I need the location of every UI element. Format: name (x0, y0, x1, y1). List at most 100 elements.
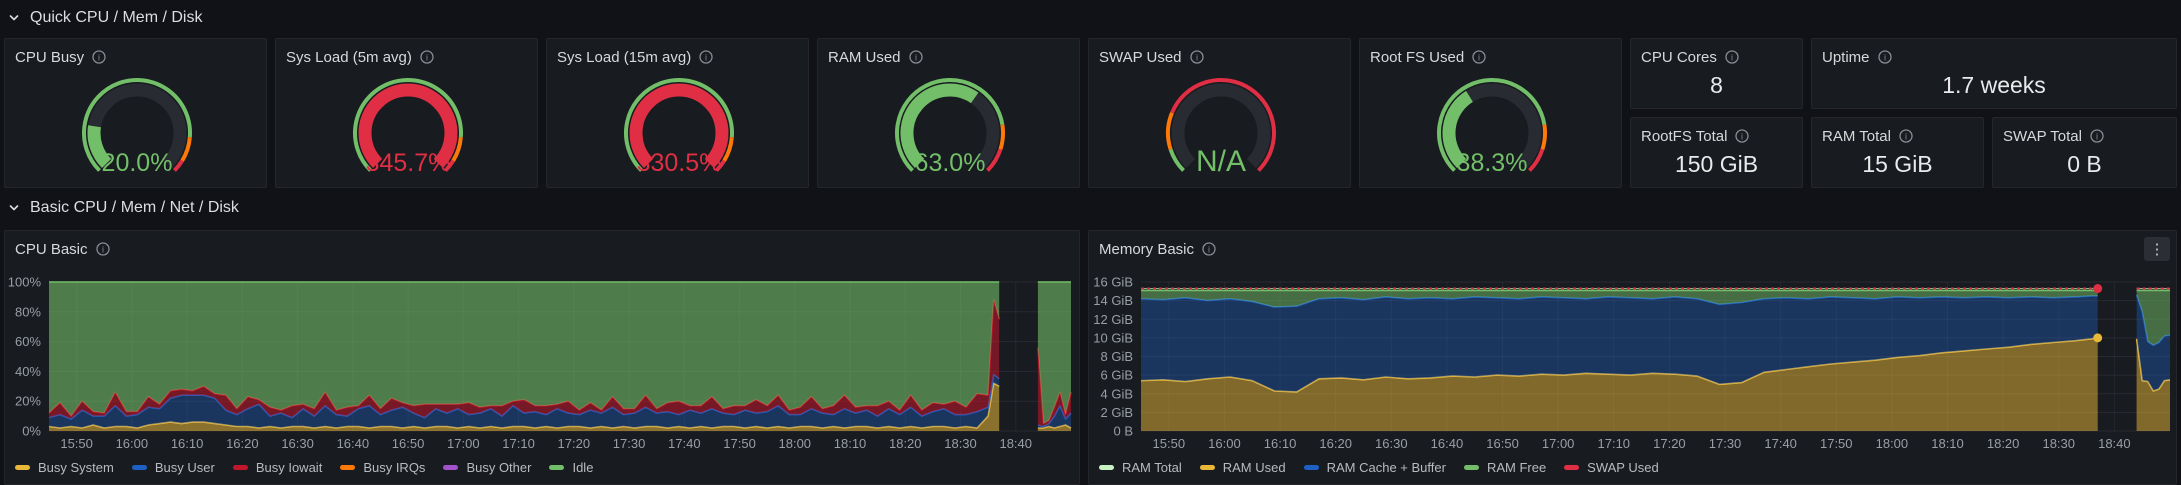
info-icon[interactable]: i (1190, 50, 1204, 64)
panel-title-root-fs-used[interactable]: Root FS Usedi (1370, 46, 1611, 68)
gauge-root-fs-used: 38.3% (1397, 67, 1587, 185)
svg-text:80%: 80% (15, 304, 41, 319)
legend-swatch (549, 465, 564, 470)
svg-text:i: i (98, 52, 100, 62)
svg-text:i: i (1208, 244, 1210, 254)
legend-item-swap-used[interactable]: SWAP Used (1564, 460, 1659, 475)
info-icon[interactable]: i (1899, 129, 1913, 143)
panel-title-text: SWAP Used (1099, 49, 1182, 66)
svg-text:17:10: 17:10 (502, 436, 535, 451)
panel-title-ram-used[interactable]: RAM Used i (828, 46, 1069, 68)
panel-title-memory-basic[interactable]: Memory Basic i (1099, 238, 2166, 260)
legend-item-ram-free[interactable]: RAM Free (1464, 460, 1546, 475)
svg-text:17:00: 17:00 (447, 436, 480, 451)
legend-item-busy-user[interactable]: Busy User (132, 460, 215, 475)
info-icon[interactable]: i (1878, 50, 1892, 64)
svg-text:i: i (915, 52, 917, 62)
svg-text:i: i (102, 244, 104, 254)
legend-item-ram-total[interactable]: RAM Total (1099, 460, 1182, 475)
svg-text:0%: 0% (22, 424, 41, 439)
panel-menu-icon[interactable]: ⋮ (2144, 237, 2170, 261)
panel-title-sys-load-5m-avg[interactable]: Sys Load (5m avg)i (286, 46, 527, 68)
legend-item-idle[interactable]: Idle (549, 460, 593, 475)
legend-label: Busy Other (466, 460, 531, 475)
panel-title-text: Memory Basic (1099, 241, 1194, 258)
panel-title-text: CPU Busy (15, 49, 84, 66)
legend-swatch (1464, 465, 1479, 470)
panel-title-cpu-cores[interactable]: CPU Coresi (1641, 46, 1792, 68)
gauge-sys-load-15m-avg: 330.5% (584, 67, 774, 185)
panel-title-sys-load-15m-avg[interactable]: Sys Load (15m avg) i (557, 46, 798, 68)
panel-gauge-ram-used: RAM Used i 63.0% (817, 38, 1080, 188)
legend-label: RAM Used (1223, 460, 1286, 475)
info-icon[interactable]: i (420, 50, 434, 64)
chart-plot-cpu-basic[interactable]: 0%20%40%60%80%100%15:5016:0016:1016:2016… (5, 259, 1081, 459)
panel-title-swap-total[interactable]: SWAP Totali (2003, 125, 2166, 147)
svg-text:15:50: 15:50 (60, 436, 93, 451)
panel-title-ram-total[interactable]: RAM Totali (1822, 125, 1973, 147)
panel-title-text: RootFS Total (1641, 128, 1727, 145)
svg-text:6 GiB: 6 GiB (1100, 368, 1133, 383)
legend-item-busy-irqs[interactable]: Busy IRQs (340, 460, 425, 475)
legend-label: RAM Total (1122, 460, 1182, 475)
svg-text:16:40: 16:40 (1431, 436, 1464, 451)
info-icon[interactable]: i (909, 50, 923, 64)
svg-text:16:30: 16:30 (281, 436, 314, 451)
svg-text:17:30: 17:30 (613, 436, 646, 451)
info-icon[interactable]: i (96, 242, 110, 256)
panel-title-text: RAM Used (828, 49, 901, 66)
panel-chart-cpu-basic: CPU Basici0%20%40%60%80%100%15:5016:0016… (4, 230, 1080, 485)
panel-title-cpu-busy[interactable]: CPU Busy i (15, 46, 256, 68)
stat-value-ram-total: 15 GiB (1812, 148, 1983, 181)
legend-swatch (132, 465, 147, 470)
panel-title-text: Sys Load (15m avg) (557, 49, 691, 66)
panel-title-swap-used[interactable]: SWAP Used i (1099, 46, 1340, 68)
svg-text:17:40: 17:40 (1764, 436, 1797, 451)
legend-item-ram-used[interactable]: RAM Used (1200, 460, 1286, 475)
svg-text:17:30: 17:30 (1709, 436, 1742, 451)
legend-item-busy-other[interactable]: Busy Other (443, 460, 531, 475)
gauge-value: 38.3% (1456, 149, 1527, 177)
legend-label: Busy IRQs (363, 460, 425, 475)
panel-title-uptime[interactable]: Uptimei (1822, 46, 2166, 68)
info-icon[interactable]: i (1202, 242, 1216, 256)
legend-item-busy-iowait[interactable]: Busy Iowait (233, 460, 322, 475)
svg-text:18:40: 18:40 (999, 436, 1032, 451)
svg-text:0 B: 0 B (1113, 424, 1133, 439)
svg-text:60%: 60% (15, 334, 41, 349)
section-title: Basic CPU / Mem / Net / Disk (30, 199, 239, 217)
svg-text:40%: 40% (15, 364, 41, 379)
panel-gauge-swap-used: SWAP UsediN/A (1088, 38, 1351, 188)
svg-text:i: i (1478, 52, 1480, 62)
legend-swatch (1304, 465, 1319, 470)
info-icon[interactable]: i (1735, 129, 1749, 143)
info-icon[interactable]: i (92, 50, 106, 64)
svg-text:18:30: 18:30 (2042, 436, 2075, 451)
svg-text:17:20: 17:20 (558, 436, 591, 451)
panel-title-rootfs-total[interactable]: RootFS Total i (1641, 125, 1792, 147)
section-header-quick-cpu-mem-disk[interactable]: Quick CPU / Mem / Disk (8, 4, 202, 32)
svg-text:16:00: 16:00 (116, 436, 149, 451)
panel-title-cpu-basic[interactable]: CPU Basici (15, 238, 1069, 260)
svg-text:i: i (705, 52, 707, 62)
svg-text:17:10: 17:10 (1598, 436, 1631, 451)
svg-text:18:20: 18:20 (889, 436, 922, 451)
gauge-value: 63.0% (914, 149, 985, 177)
legend-swatch (1200, 465, 1215, 470)
svg-text:15:50: 15:50 (1153, 436, 1186, 451)
info-icon[interactable]: i (699, 50, 713, 64)
chevron-down-icon (8, 202, 20, 214)
stat-value-cpu-cores: 8 (1631, 69, 1802, 102)
svg-text:18:40: 18:40 (2098, 436, 2131, 451)
legend-item-busy-system[interactable]: Busy System (15, 460, 114, 475)
legend-swatch (443, 465, 458, 470)
svg-text:18:10: 18:10 (1931, 436, 1964, 451)
chart-legend-cpu-basic: Busy System Busy User Busy Iowait Busy IRQs… (15, 460, 1073, 475)
info-icon[interactable]: i (1725, 50, 1739, 64)
info-icon[interactable]: i (2090, 129, 2104, 143)
legend-item-ram-cache-buffer[interactable]: RAM Cache + Buffer (1304, 460, 1446, 475)
section-header-basic-cpu-mem-net-disk[interactable]: Basic CPU / Mem / Net / Disk (8, 194, 239, 222)
info-icon[interactable]: i (1472, 50, 1486, 64)
chart-plot-memory-basic[interactable]: 0 B2 GiB4 GiB6 GiB8 GiB10 GiB12 GiB14 Gi… (1089, 259, 2178, 459)
panel-stat-swap-total: SWAP Totali0 B (1992, 117, 2177, 188)
